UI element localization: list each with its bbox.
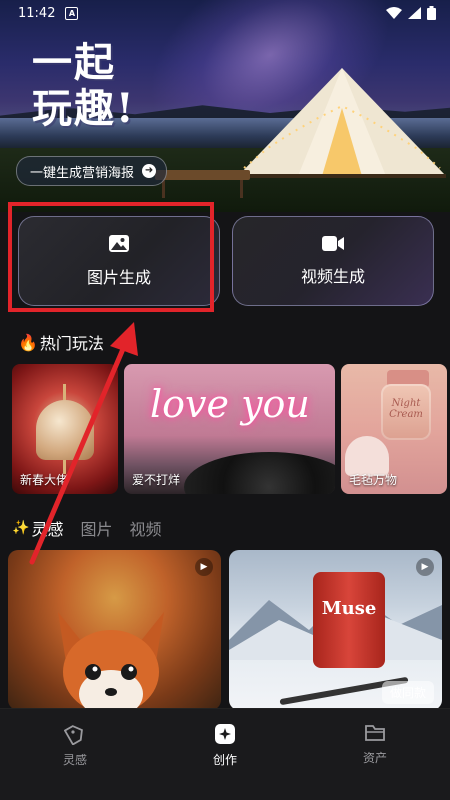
can-label: Muse xyxy=(321,598,377,619)
status-time: 11:42 xyxy=(18,5,56,21)
fox-image xyxy=(58,612,164,710)
nav-label: 灵感 xyxy=(62,753,87,767)
headline-line-2: 玩趣! xyxy=(32,85,136,132)
tag-icon xyxy=(64,725,83,745)
generate-poster-button[interactable]: 一键生成营销海报 ➜ xyxy=(16,156,168,186)
tab-label: 灵感 xyxy=(31,520,64,539)
hot-card-felt[interactable]: Night Cream 毛毡万物 xyxy=(341,364,447,494)
make-same-button[interactable]: 做同款 xyxy=(381,681,434,704)
sparkle-icon xyxy=(215,724,235,744)
video-camera-icon xyxy=(322,235,344,251)
sparkle-icon: ✨ xyxy=(12,520,30,536)
hot-section-title: 🔥 热门玩法 xyxy=(18,330,104,354)
nav-item-inspiration[interactable]: 灵感 xyxy=(25,723,125,768)
picnic-table xyxy=(155,170,250,180)
status-bar: 11:42 A xyxy=(0,0,450,26)
bottom-navigation: 灵感 创作 资产 xyxy=(0,708,450,800)
headline-line-1: 一起 xyxy=(32,39,116,86)
tomato-can xyxy=(313,572,385,668)
hot-card-label: 毛毡万物 xyxy=(349,473,398,487)
hot-card-love[interactable]: love you 爱不打烊 xyxy=(124,364,335,494)
highlight-box xyxy=(8,202,214,312)
table-leg xyxy=(162,180,165,198)
hot-card-label: 爱不打烊 xyxy=(132,473,181,487)
arrow-right-icon: ➜ xyxy=(142,164,157,178)
wifi-icon xyxy=(386,7,402,19)
tab-image[interactable]: 图片 xyxy=(80,516,112,540)
play-icon: ▶ xyxy=(416,558,434,576)
signal-icon xyxy=(408,7,421,19)
battery-icon xyxy=(427,6,436,20)
jar-text: Night Cream xyxy=(389,398,423,420)
feed-card-fox[interactable]: ▶ xyxy=(8,550,221,710)
video-generate-card[interactable]: 视频生成 xyxy=(232,216,434,306)
cupcake xyxy=(345,436,389,476)
nav-item-assets[interactable]: 资产 xyxy=(325,723,425,766)
feed-card-muse[interactable]: Muse ▶ 做同款 xyxy=(229,550,442,710)
poster-button-label: 一键生成营销海报 xyxy=(30,165,135,181)
tent-illustration xyxy=(238,68,446,178)
tab-inspiration[interactable]: ✨ 灵感 xyxy=(12,516,63,540)
nav-label: 创作 xyxy=(212,753,237,767)
nav-label: 资产 xyxy=(362,751,387,765)
category-tabs: ✨ 灵感 图片 视频 xyxy=(12,516,161,540)
folder-icon xyxy=(365,725,385,741)
play-icon: ▶ xyxy=(195,558,213,576)
notification-icon: A xyxy=(65,6,79,20)
carousel-horse xyxy=(36,400,94,460)
fire-icon: 🔥 xyxy=(18,332,38,352)
tab-video[interactable]: 视频 xyxy=(129,516,161,540)
table-leg xyxy=(240,180,243,198)
hot-card-new-year[interactable]: 新春大佬 xyxy=(12,364,118,494)
hero-banner[interactable]: 一起 玩趣! 一键生成营销海报 ➜ xyxy=(0,0,450,212)
hot-title-label: 热门玩法 xyxy=(39,334,104,353)
hero-headline: 一起 玩趣! xyxy=(32,40,202,132)
video-generate-label: 视频生成 xyxy=(300,266,365,286)
hot-card-label: 新春大佬 xyxy=(20,473,69,487)
vinyl-record xyxy=(184,452,335,494)
neon-text: love you xyxy=(150,382,310,426)
nav-item-create[interactable]: 创作 xyxy=(175,723,275,768)
